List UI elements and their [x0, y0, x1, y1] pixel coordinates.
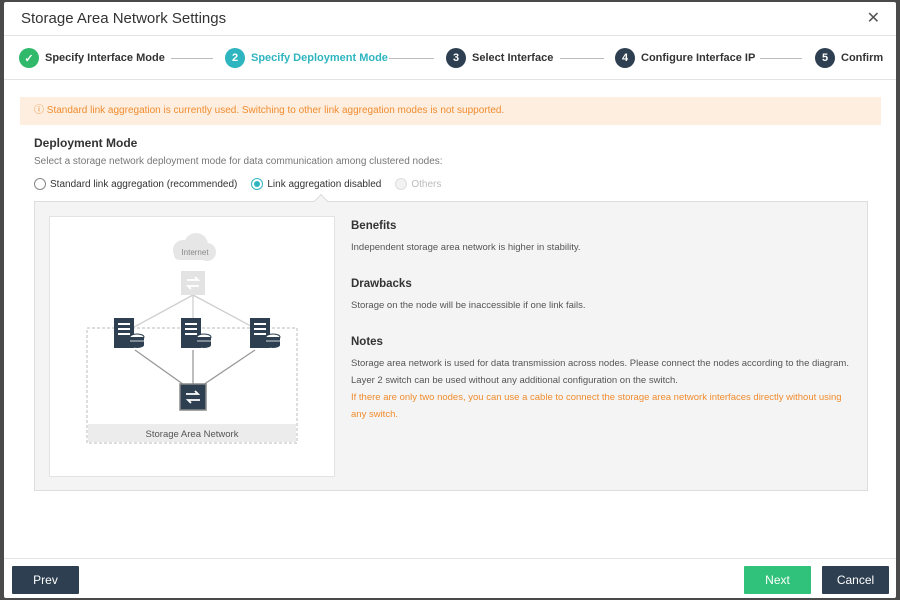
radio-circle[interactable] [34, 178, 46, 190]
step-label: Configure Interface IP [641, 52, 756, 64]
benefits-text: Independent storage area network is high… [351, 242, 581, 253]
radio-link-aggregation-disabled[interactable]: Link aggregation disabled [251, 178, 381, 190]
radio-circle[interactable] [251, 178, 264, 190]
cloud-icon: Internet [173, 233, 216, 261]
server-node-icon [181, 318, 212, 348]
step-number: 5 [815, 48, 835, 68]
deployment-mode-options: Standard link aggregation (recommended) … [34, 178, 455, 190]
notes-section: Notes Storage area network is used for d… [351, 336, 851, 423]
cancel-button[interactable]: Cancel [822, 566, 889, 594]
server-node-icon [114, 318, 145, 348]
step-label: Confirm [841, 52, 884, 64]
step-connector [171, 58, 213, 59]
step-specify-deployment-mode: 2 Specify Deployment Mode [225, 48, 388, 68]
notes-line-2: Layer 2 switch can be used without any a… [351, 375, 678, 386]
storage-switch-icon [179, 383, 207, 411]
network-topology-svg: Storage Area Network Internet [86, 233, 298, 444]
benefits-title: Benefits [351, 220, 397, 232]
dialog-titlebar: Storage Area Network Settings ✕ [4, 2, 896, 36]
uplink-switch-icon [181, 271, 205, 295]
check-icon: ✓ [19, 48, 39, 68]
notice-banner: ⓘ Standard link aggregation is currently… [20, 97, 881, 125]
deployment-mode-title: Deployment Mode [34, 136, 138, 150]
mode-detail-panel: Storage Area Network Internet Benefits I… [34, 201, 868, 491]
drawbacks-section: Drawbacks Storage on the node will be in… [351, 278, 851, 314]
notes-title: Notes [351, 336, 383, 348]
deployment-mode-description: Select a storage network deployment mode… [34, 156, 443, 167]
mode-info: Benefits Independent storage area networ… [351, 220, 851, 445]
radio-circle [395, 178, 408, 190]
radio-label: Standard link aggregation (recommended) [50, 178, 238, 190]
step-select-interface: 3 Select Interface [446, 48, 553, 68]
radio-label: Others [411, 178, 442, 190]
step-connector [389, 58, 434, 59]
step-label: Specify Interface Mode [45, 52, 165, 64]
radio-standard-link-aggregation[interactable]: Standard link aggregation (recommended) [34, 178, 237, 190]
step-confirm: 5 Confirm [815, 48, 883, 68]
step-connector [760, 58, 802, 59]
step-number: 3 [446, 48, 466, 68]
wizard-steps: ✓ Specify Interface Mode 2 Specify Deplo… [4, 36, 896, 80]
close-icon[interactable]: ✕ [867, 11, 880, 27]
storage-links [134, 349, 256, 388]
next-button[interactable]: Next [744, 566, 811, 594]
notes-warning: If there are only two nodes, you can use… [351, 392, 842, 420]
notice-text: ⓘ Standard link aggregation is currently… [34, 105, 505, 116]
storage-network-dialog: Storage Area Network Settings ✕ ✓ Specif… [4, 2, 896, 598]
storage-network-label: Storage Area Network [146, 429, 239, 440]
internet-label: Internet [181, 248, 209, 257]
dialog-footer: Prev Next Cancel [4, 558, 896, 598]
step-number: 4 [615, 48, 635, 68]
radio-others: Others [395, 178, 441, 190]
network-diagram: Storage Area Network Internet [49, 216, 335, 477]
step-configure-interface-ip: 4 Configure Interface IP [615, 48, 755, 68]
step-number: 2 [225, 48, 245, 68]
drawbacks-text: Storage on the node will be inaccessible… [351, 300, 586, 311]
dialog-title: Storage Area Network Settings [21, 10, 227, 27]
step-label: Select Interface [472, 52, 554, 64]
step-label: Specify Deployment Mode [251, 52, 388, 64]
step-connector [560, 58, 604, 59]
drawbacks-title: Drawbacks [351, 278, 412, 290]
radio-label: Link aggregation disabled [267, 178, 382, 190]
server-node-icon [250, 318, 281, 348]
prev-button[interactable]: Prev [12, 566, 79, 594]
step-specify-interface-mode: ✓ Specify Interface Mode [19, 48, 165, 68]
notes-line-1: Storage area network is used for data tr… [351, 358, 849, 369]
benefits-section: Benefits Independent storage area networ… [351, 220, 851, 256]
